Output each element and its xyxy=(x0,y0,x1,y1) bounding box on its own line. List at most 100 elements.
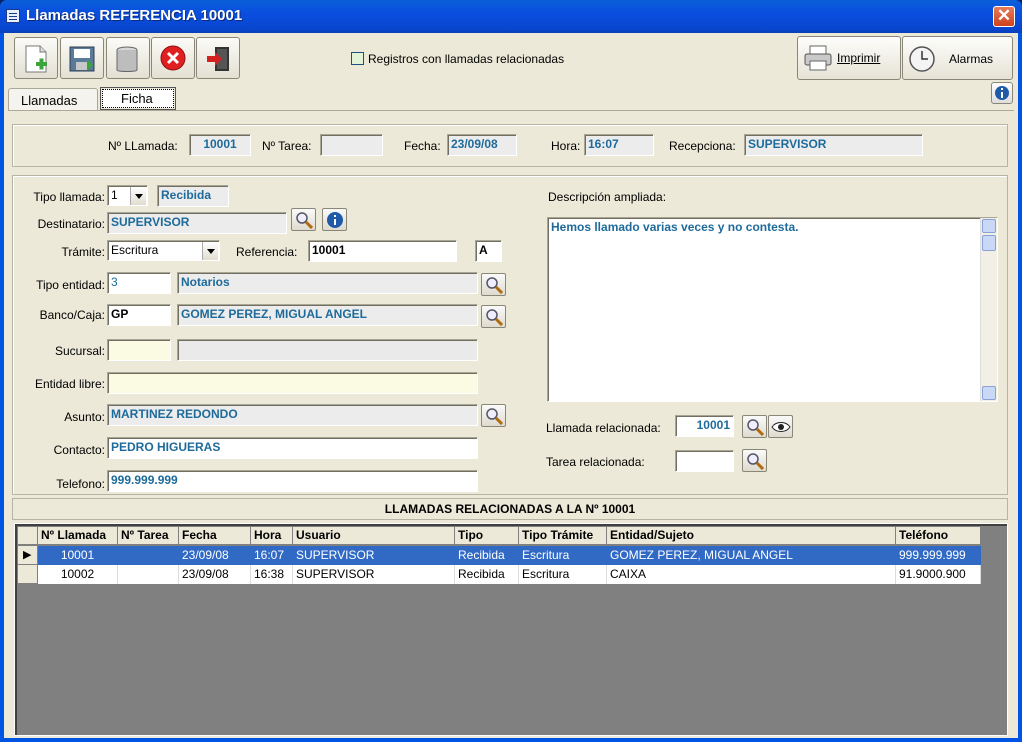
print-button[interactable]: Imprimir xyxy=(797,36,901,80)
tramite-label: Trámite: xyxy=(61,245,105,259)
cell-num-tarea xyxy=(118,565,179,584)
destinatario-field[interactable]: SUPERVISOR xyxy=(107,212,287,234)
tarea-relacionada-field[interactable] xyxy=(675,450,734,472)
row-indicator: ▶ xyxy=(18,546,38,565)
column-header-tipo-tramite[interactable]: Tipo Trámite xyxy=(519,527,607,545)
cell-num-tarea xyxy=(118,546,179,565)
cell-entidad: GOMEZ PEREZ, MIGUAL ANGEL xyxy=(607,546,896,565)
telefono-field[interactable]: 999.999.999 xyxy=(107,470,478,492)
llamada-rel-view-button[interactable] xyxy=(768,415,793,438)
column-header-telefono[interactable]: Teléfono xyxy=(896,527,981,545)
printer-icon xyxy=(804,45,832,71)
cell-telefono: 999.999.999 xyxy=(896,546,981,565)
exit-button[interactable] xyxy=(196,37,240,79)
vertical-scrollbar[interactable] xyxy=(980,218,997,401)
llamada-relacionada-field[interactable]: 10001 xyxy=(675,415,734,437)
column-header-fecha[interactable]: Fecha xyxy=(179,527,251,545)
save-icon xyxy=(69,46,95,72)
num-llamada-label: Nº LLamada: xyxy=(108,139,178,153)
banco-field[interactable]: GP xyxy=(107,304,171,326)
info-button[interactable] xyxy=(991,82,1013,104)
referencia-field[interactable]: 10001 xyxy=(308,240,457,262)
window-content: Registros con llamadas relacionadas Impr… xyxy=(4,33,1018,738)
header-panel: Nº LLamada: 10001 Nº Tarea: Fecha: 23/09… xyxy=(12,124,1008,167)
banco-search-button[interactable] xyxy=(481,305,506,328)
descripcion-label: Descripción ampliada: xyxy=(548,190,667,204)
destinatario-label: Destinatario: xyxy=(37,217,105,231)
cancel-icon xyxy=(160,45,186,71)
delete-button[interactable] xyxy=(106,37,150,79)
tipo-entidad-desc: Notarios xyxy=(177,272,478,294)
tipo-entidad-search-button[interactable] xyxy=(481,273,506,296)
column-header-hora[interactable]: Hora xyxy=(251,527,293,545)
dropdown-arrow-icon[interactable] xyxy=(130,187,146,205)
hora-field: 16:07 xyxy=(584,134,654,156)
sucursal-desc xyxy=(177,339,478,361)
tarea-relacionada-label: Tarea relacionada: xyxy=(546,455,645,469)
column-header-usuario[interactable]: Usuario xyxy=(293,527,455,545)
column-header-num-llamada[interactable]: Nº Llamada xyxy=(38,527,118,545)
cell-tipo-tramite: Escritura xyxy=(519,565,607,584)
grid-corner xyxy=(18,527,38,545)
destinatario-info-button[interactable] xyxy=(322,208,347,231)
referencia-suffix-field[interactable]: A xyxy=(475,240,502,262)
entidad-libre-field[interactable] xyxy=(107,372,478,394)
asunto-field[interactable]: MARTINEZ REDONDO xyxy=(107,404,478,426)
banco-desc: GOMEZ PEREZ, MIGUAL ANGEL xyxy=(177,304,478,326)
fecha-field: 23/09/08 xyxy=(447,134,517,156)
tarea-rel-search-button[interactable] xyxy=(742,449,767,472)
table-row[interactable]: ▶ 10001 23/09/08 16:07 SUPERVISOR Recibi… xyxy=(18,546,981,565)
dropdown-arrow-icon[interactable] xyxy=(202,242,218,260)
related-records-label: Registros con llamadas relacionadas xyxy=(368,52,565,66)
scroll-down-arrow-icon[interactable] xyxy=(982,386,996,400)
tipo-llamada-select[interactable]: 1 xyxy=(107,185,148,206)
contacto-field[interactable]: PEDRO HIGUERAS xyxy=(107,437,478,459)
related-calls-grid[interactable]: Nº Llamada Nº Tarea Fecha Hora Usuario T… xyxy=(14,523,1008,736)
save-button[interactable] xyxy=(60,37,104,79)
table-row[interactable]: 10002 23/09/08 16:38 SUPERVISOR Recibida… xyxy=(18,565,981,584)
magnifier-icon xyxy=(486,277,503,294)
alarms-button[interactable]: Alarmas xyxy=(902,36,1013,80)
info-icon xyxy=(327,212,343,228)
asunto-label: Asunto: xyxy=(64,410,105,424)
descripcion-text: Hemos llamado varias veces y no contesta… xyxy=(551,220,799,234)
recepciona-label: Recepciona: xyxy=(669,139,736,153)
llamada-rel-search-button[interactable] xyxy=(742,415,767,438)
cell-telefono: 91.9000.900 xyxy=(896,565,981,584)
magnifier-icon xyxy=(486,408,503,425)
column-header-entidad[interactable]: Entidad/Sujeto xyxy=(607,527,896,545)
magnifier-icon xyxy=(296,212,313,229)
telefono-label: Telefono: xyxy=(56,477,105,491)
tipo-entidad-field[interactable]: 3 xyxy=(107,272,171,294)
new-record-button[interactable] xyxy=(14,37,58,79)
cell-tipo: Recibida xyxy=(455,546,519,565)
scroll-thumb[interactable] xyxy=(982,235,996,251)
scroll-up-arrow-icon[interactable] xyxy=(982,219,996,233)
sucursal-field[interactable] xyxy=(107,339,171,361)
tab-llamadas[interactable]: Llamadas xyxy=(8,88,98,110)
cancel-button[interactable] xyxy=(151,37,195,79)
cell-num-llamada: 10002 xyxy=(38,565,118,584)
descripcion-textarea[interactable]: Hemos llamado varias veces y no contesta… xyxy=(547,217,998,402)
tramite-select[interactable]: Escritura xyxy=(107,240,220,261)
tab-divider xyxy=(8,110,1014,111)
tab-ficha[interactable]: Ficha xyxy=(100,87,176,110)
cell-usuario: SUPERVISOR xyxy=(293,565,455,584)
column-header-num-tarea[interactable]: Nº Tarea xyxy=(118,527,179,545)
destinatario-search-button[interactable] xyxy=(291,208,316,231)
sucursal-label: Sucursal: xyxy=(54,344,105,358)
magnifier-icon xyxy=(747,419,764,436)
column-header-tipo[interactable]: Tipo xyxy=(455,527,519,545)
app-icon xyxy=(6,9,20,23)
main-window: Llamadas REFERENCIA 10001 ✕ Registros co… xyxy=(0,0,1022,742)
tab-llamadas-label: Llamadas xyxy=(21,93,78,108)
num-llamada-field: 10001 xyxy=(189,134,251,156)
title-bar[interactable]: Llamadas REFERENCIA 10001 ✕ xyxy=(0,0,1022,33)
asunto-search-button[interactable] xyxy=(481,404,506,427)
related-calls-title: LLAMADAS RELACIONADAS A LA Nº 10001 xyxy=(12,498,1008,520)
related-records-checkbox[interactable] xyxy=(351,52,364,65)
close-button[interactable]: ✕ xyxy=(993,6,1015,27)
row-pointer-icon: ▶ xyxy=(23,549,32,561)
cell-fecha: 23/09/08 xyxy=(179,546,251,565)
cell-hora: 16:07 xyxy=(251,546,293,565)
